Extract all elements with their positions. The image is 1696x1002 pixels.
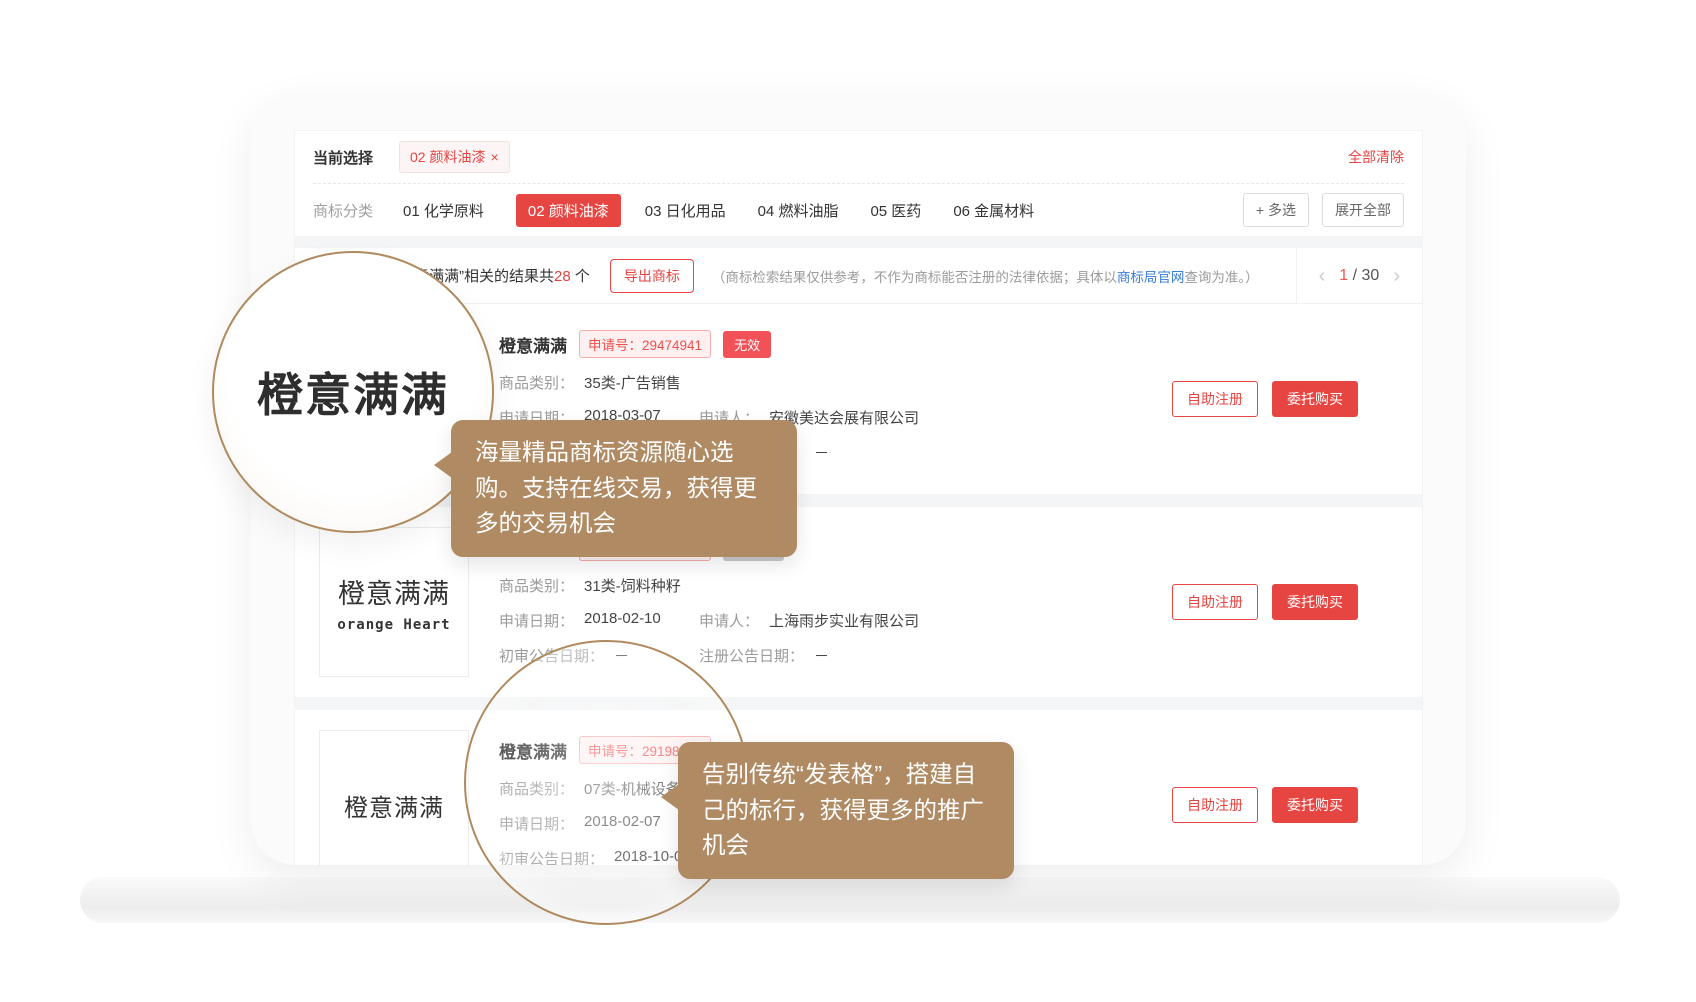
applicant-label: 申请人： bbox=[699, 610, 759, 631]
chevron-left-icon[interactable]: ‹ bbox=[1319, 266, 1326, 286]
category-item-06[interactable]: 06 金属材料 bbox=[953, 200, 1034, 221]
trademark-office-link[interactable]: 商标局官网 bbox=[1117, 270, 1185, 285]
trademark-image-subtext: orange Heart bbox=[337, 617, 450, 633]
category-item-02-selected[interactable]: 02 颜料油漆 bbox=[516, 194, 621, 227]
row-actions: 自助注册 委托购买 bbox=[1172, 787, 1358, 823]
filter-panel: 当前选择 02 颜料油漆 × 全部清除 商标分类 01 化学原料 02 颜料油漆… bbox=[294, 130, 1423, 237]
callout-tooltip-marketplace: 海量精品商标资源随心选购。支持在线交易，获得更多的交易机会 bbox=[451, 420, 797, 557]
trademark-image-text: 橙意满满 bbox=[344, 788, 444, 823]
self-register-button[interactable]: 自助注册 bbox=[1172, 787, 1258, 823]
current-selection-row: 当前选择 02 颜料油漆 × 全部清除 bbox=[313, 131, 1404, 183]
selected-filter-tag[interactable]: 02 颜料油漆 × bbox=[399, 141, 510, 173]
status-badge: 无效 bbox=[723, 331, 771, 358]
multi-select-button[interactable]: + 多选 bbox=[1243, 193, 1309, 227]
entrust-buy-button[interactable]: 委托购买 bbox=[1272, 381, 1358, 417]
close-icon[interactable]: × bbox=[490, 149, 498, 165]
trademark-title: 橙意满满 bbox=[499, 332, 567, 357]
tooltip-arrow-icon bbox=[661, 784, 679, 810]
entrust-buy-button[interactable]: 委托购买 bbox=[1272, 787, 1358, 823]
results-count: 28 bbox=[554, 268, 571, 285]
trademark-thumbnail: 橙意满满 orange Heart bbox=[319, 527, 469, 677]
trademark-image-text: 橙意满满 bbox=[338, 572, 450, 611]
tooltip-arrow-icon bbox=[434, 452, 452, 478]
category-item-05[interactable]: 05 医药 bbox=[870, 200, 921, 221]
entrust-buy-button[interactable]: 委托购买 bbox=[1272, 584, 1358, 620]
category-item-01[interactable]: 01 化学原料 bbox=[403, 200, 484, 221]
laptop-base bbox=[80, 877, 1620, 923]
category-item-03[interactable]: 03 日化用品 bbox=[645, 200, 726, 221]
category-field-value: 35类-广告销售 bbox=[584, 372, 681, 393]
self-register-button[interactable]: 自助注册 bbox=[1172, 584, 1258, 620]
row-gap bbox=[295, 697, 1422, 710]
category-field-value: 31类-饲料种籽 bbox=[584, 575, 681, 596]
category-field-label: 商品类别： bbox=[499, 575, 574, 596]
results-header: 为您检索到“橙意满满”相关的结果共28 个 导出商标 （商标检索结果仅供参考，不… bbox=[295, 248, 1422, 304]
expand-all-button[interactable]: 展开全部 bbox=[1322, 193, 1404, 227]
category-row: 商标分类 01 化学原料 02 颜料油漆 03 日化用品 04 燃料油脂 05 … bbox=[313, 184, 1404, 236]
card-gap bbox=[294, 237, 1423, 247]
applicant-value: 上海雨步实业有限公司 bbox=[769, 610, 919, 631]
category-row-label: 商标分类 bbox=[313, 200, 373, 221]
export-trademarks-button[interactable]: 导出商标 bbox=[610, 259, 694, 293]
reg-notice-value: － bbox=[814, 645, 829, 666]
reg-notice-value: － bbox=[814, 442, 829, 463]
pagination: ‹ 1 / 30 › bbox=[1296, 248, 1422, 303]
reg-notice-label: 注册公告日期： bbox=[699, 645, 804, 666]
chevron-right-icon[interactable]: › bbox=[1393, 266, 1400, 286]
pagination-total: 30 bbox=[1362, 267, 1380, 284]
apply-date-label: 申请日期： bbox=[499, 610, 574, 631]
application-number-tag: 申请号：29474941 bbox=[579, 330, 711, 358]
row-actions: 自助注册 委托购买 bbox=[1172, 584, 1358, 620]
pagination-current: 1 bbox=[1339, 267, 1348, 284]
magnified-trademark-text: 橙意满满 bbox=[257, 359, 449, 425]
results-disclaimer: （商标检索结果仅供参考，不作为商标能否注册的法律依据；具体以商标局官网查询为准。… bbox=[712, 266, 1259, 286]
clear-all-button[interactable]: 全部清除 bbox=[1348, 147, 1404, 167]
results-unit: 个 bbox=[571, 268, 590, 285]
callout-tooltip-promotion: 告别传统“发表格”，搭建自己的标行，获得更多的推广机会 bbox=[678, 742, 1014, 879]
current-selection-label: 当前选择 bbox=[313, 147, 373, 168]
row-actions: 自助注册 委托购买 bbox=[1172, 381, 1358, 417]
self-register-button[interactable]: 自助注册 bbox=[1172, 381, 1258, 417]
category-item-04[interactable]: 04 燃料油脂 bbox=[758, 200, 839, 221]
apply-date-value: 2018-02-10 bbox=[584, 610, 661, 631]
selected-filter-tag-label: 02 颜料油漆 bbox=[410, 147, 485, 167]
trademark-thumbnail: 橙意满满 bbox=[319, 730, 469, 865]
category-field-label: 商品类别： bbox=[499, 372, 574, 393]
